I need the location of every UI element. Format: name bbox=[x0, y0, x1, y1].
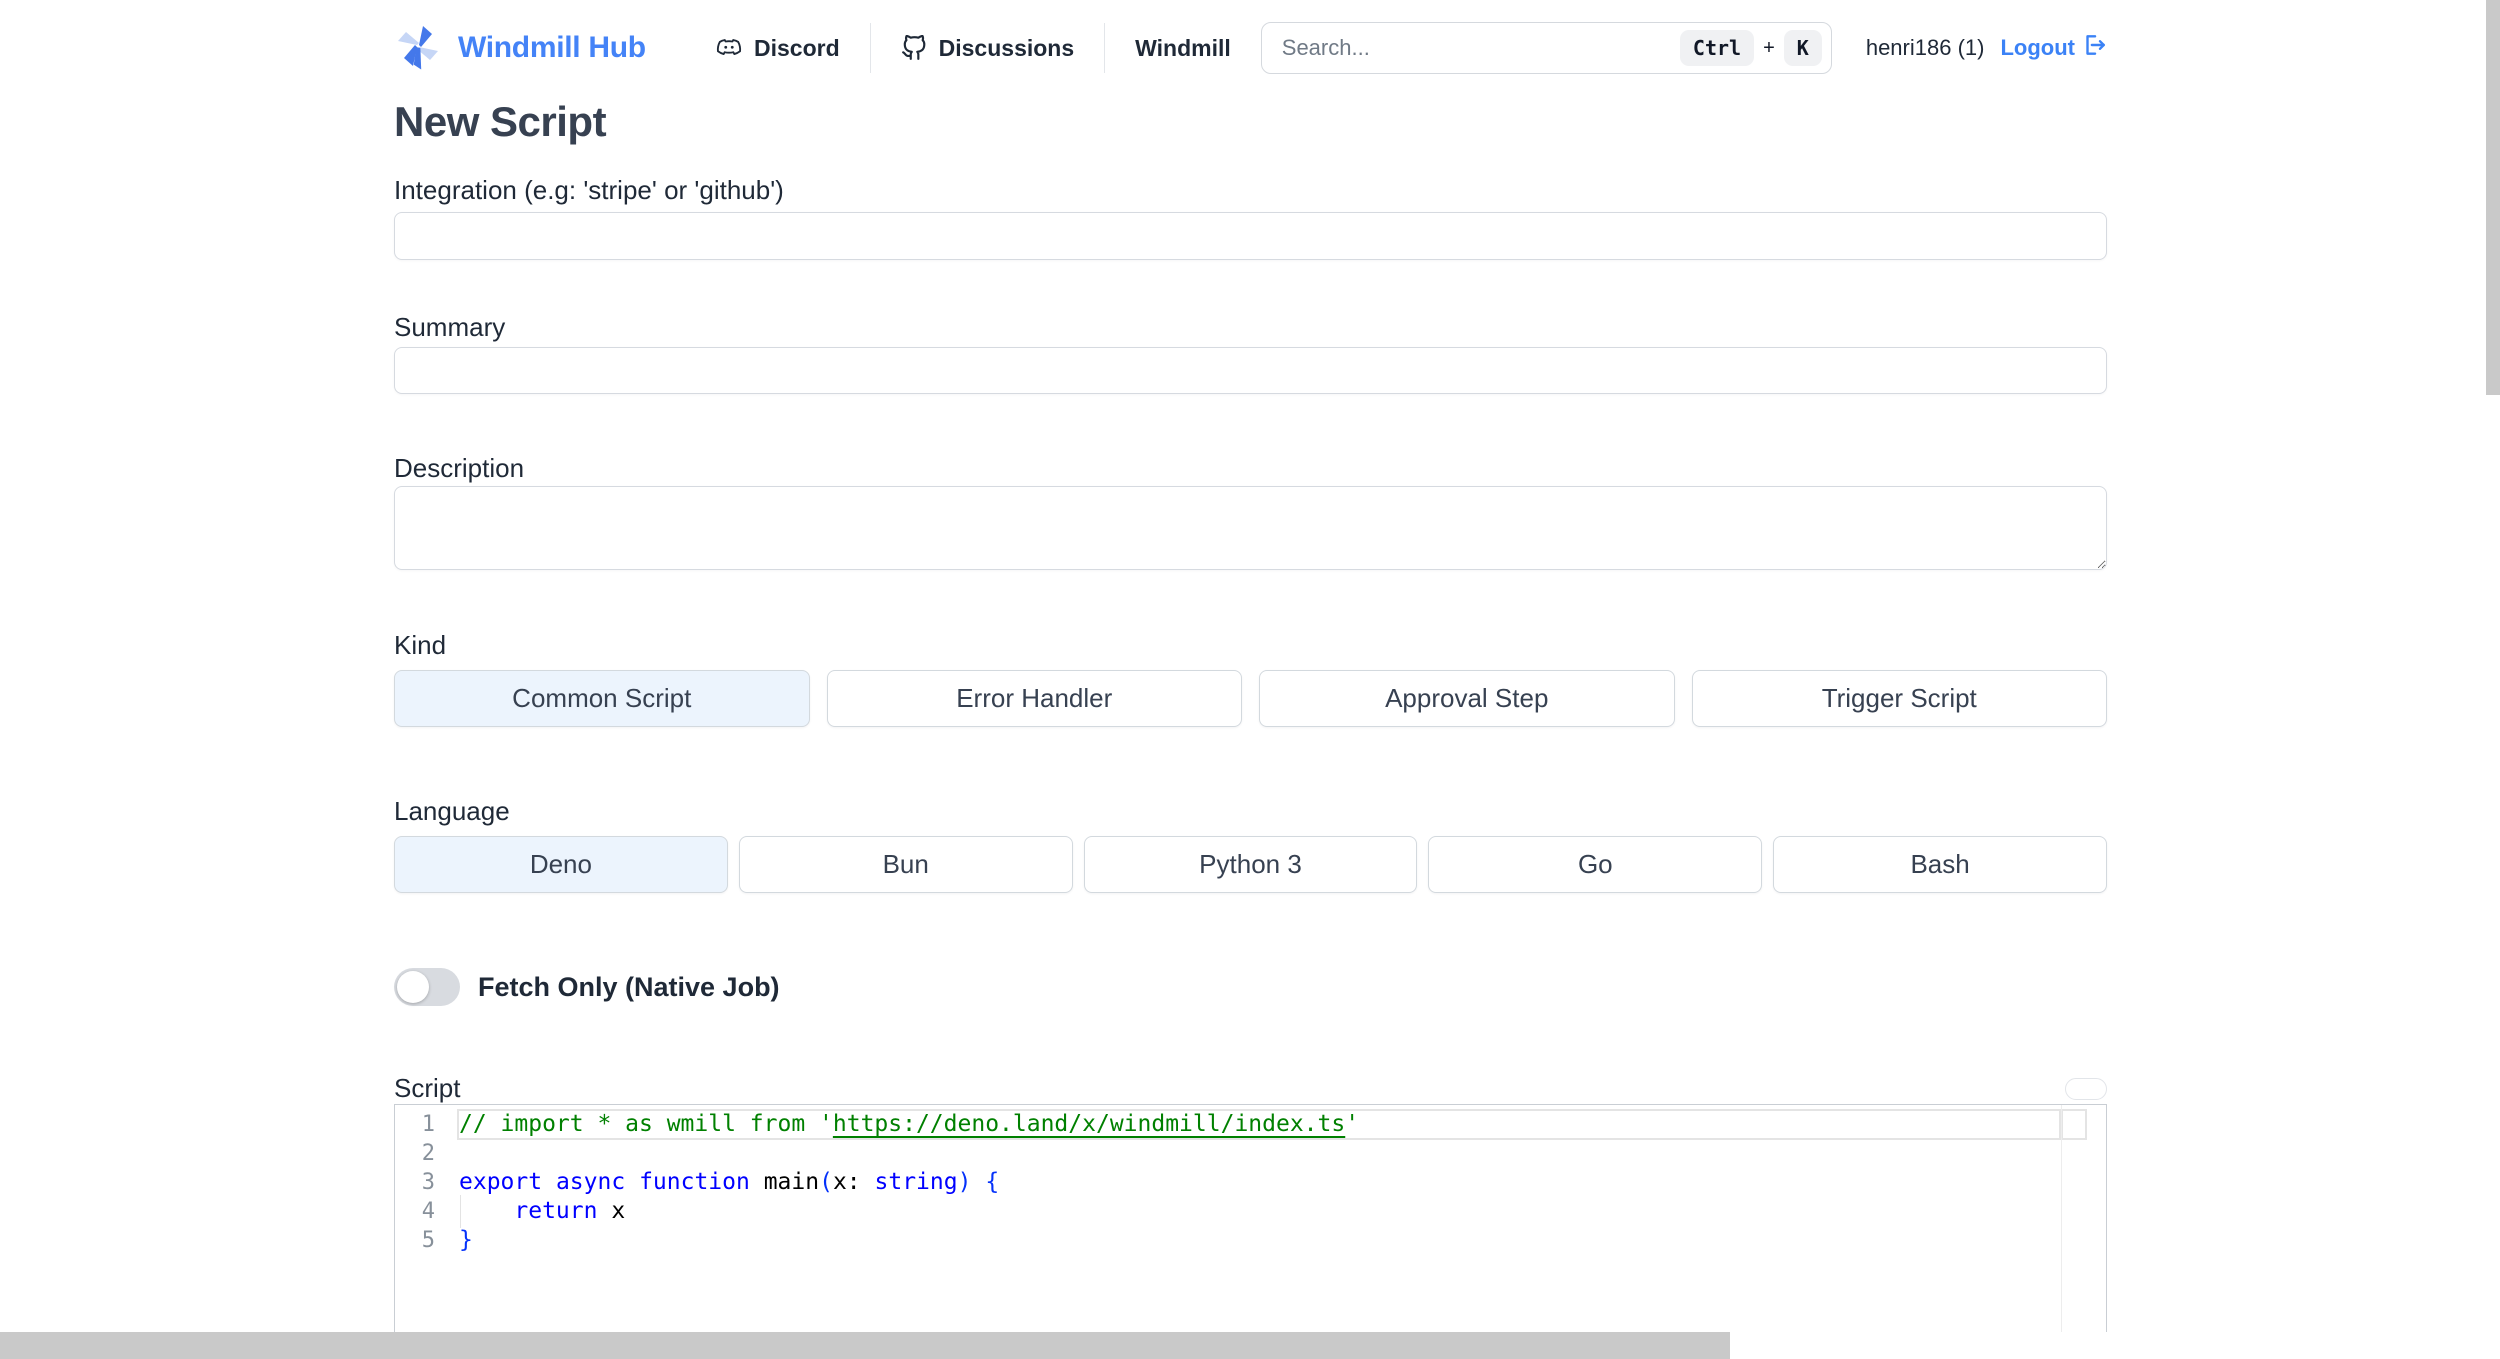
page: Windmill Hub Discord Discussions Windmil… bbox=[0, 0, 2500, 1359]
editor-line-5: 5} bbox=[395, 1226, 2060, 1255]
kind-options: Common Script Error Handler Approval Step T… bbox=[394, 670, 2107, 727]
editor-scrollbar-rule bbox=[2061, 1105, 2062, 1359]
line-number: 4 bbox=[421, 1199, 435, 1224]
integration-label: Integration (e.g: 'stripe' or 'github') bbox=[394, 175, 784, 205]
editor-options-pill[interactable] bbox=[2065, 1078, 2107, 1100]
nav-item-discussions[interactable]: Discussions bbox=[871, 35, 1105, 62]
logout-icon bbox=[2081, 32, 2107, 64]
logout-label: Logout bbox=[2000, 35, 2075, 60]
brand[interactable]: Windmill Hub bbox=[394, 22, 646, 75]
line-number: 1 bbox=[421, 1112, 435, 1137]
description-textarea[interactable] bbox=[394, 486, 2107, 570]
kind-option-error-handler[interactable]: Error Handler bbox=[826, 670, 1242, 727]
kbd-plus: + bbox=[1763, 36, 1775, 59]
brand-title: Windmill Hub bbox=[458, 31, 646, 64]
code-line-content[interactable]: } bbox=[459, 1226, 2060, 1255]
language-label: Language bbox=[394, 796, 510, 826]
description-label: Description bbox=[394, 453, 525, 483]
page-title: New Script bbox=[394, 98, 607, 145]
search-box: Ctrl + K bbox=[1260, 22, 1832, 74]
kind-option-approval-step[interactable]: Approval Step bbox=[1259, 670, 1675, 727]
nav-item-windmill[interactable]: Windmill bbox=[1105, 35, 1261, 62]
nav-label-discord: Discord bbox=[754, 34, 840, 61]
language-option-python-3[interactable]: Python 3 bbox=[1083, 836, 1418, 893]
horizontal-scrollbar-thumb[interactable] bbox=[0, 1332, 1730, 1359]
header: Windmill Hub Discord Discussions Windmil… bbox=[394, 0, 2107, 96]
search-shortcut: Ctrl + K bbox=[1679, 23, 1822, 73]
nav-item-discord[interactable]: Discord bbox=[716, 35, 870, 62]
kbd-k: K bbox=[1783, 30, 1822, 66]
fetch-only-row: Fetch Only (Native Job) bbox=[394, 967, 2107, 1007]
editor-lines: 1 // import * as wmill from 'https://deno… bbox=[395, 1110, 2060, 1255]
editor-line-2: 2 bbox=[395, 1139, 2060, 1168]
language-option-bash[interactable]: Bash bbox=[1773, 836, 2107, 893]
editor-line-4: 4 return x bbox=[395, 1195, 2060, 1228]
nav-label-windmill: Windmill bbox=[1135, 34, 1231, 61]
editor-line-1: 1 // import * as wmill from 'https://deno… bbox=[395, 1110, 2060, 1139]
summary-label: Summary bbox=[394, 312, 506, 342]
code-editor[interactable]: 1 // import * as wmill from 'https://deno… bbox=[394, 1104, 2107, 1359]
windmill-logo-icon bbox=[394, 22, 442, 75]
current-line-highlight-ruler bbox=[2061, 1109, 2087, 1140]
discord-icon bbox=[716, 35, 742, 61]
script-label: Script bbox=[394, 1073, 461, 1103]
search-input[interactable] bbox=[1261, 35, 1632, 61]
kbd-ctrl: Ctrl bbox=[1679, 30, 1755, 66]
language-option-deno[interactable]: Deno bbox=[394, 836, 728, 893]
language-options: Deno Bun Python 3 Go Bash bbox=[394, 836, 2107, 893]
horizontal-scrollbar bbox=[0, 1332, 2500, 1359]
nav-label-discussions: Discussions bbox=[938, 34, 1075, 61]
line-number: 5 bbox=[421, 1228, 435, 1253]
vertical-scrollbar bbox=[2486, 0, 2500, 1359]
summary-input[interactable] bbox=[394, 347, 2107, 394]
code-line-content[interactable]: export async function main(x: string) { bbox=[459, 1168, 2060, 1197]
vertical-scrollbar-thumb[interactable] bbox=[2486, 0, 2500, 395]
code-line-content[interactable]: // import * as wmill from 'https://deno.… bbox=[459, 1110, 2060, 1139]
line-number: 3 bbox=[421, 1170, 435, 1195]
code-line-content[interactable]: return x bbox=[459, 1195, 2060, 1228]
language-option-bun[interactable]: Bun bbox=[738, 836, 1073, 893]
username: henri186 (1) bbox=[1865, 35, 1985, 60]
fetch-only-toggle[interactable] bbox=[394, 968, 460, 1006]
fetch-only-label: Fetch Only (Native Job) bbox=[478, 971, 780, 1002]
script-header: Script bbox=[394, 1072, 2107, 1104]
line-number: 2 bbox=[421, 1141, 435, 1166]
kind-label: Kind bbox=[394, 630, 447, 660]
user-area: henri186 (1) Logout bbox=[1866, 32, 2107, 64]
kind-option-common-script[interactable]: Common Script bbox=[394, 670, 810, 727]
logout-link[interactable]: Logout bbox=[2000, 32, 2107, 64]
main-nav: Discord Discussions Windmill bbox=[716, 22, 1261, 74]
editor-line-3: 3 export async function main(x: string) { bbox=[395, 1168, 2060, 1197]
integration-input[interactable] bbox=[394, 212, 2107, 260]
toggle-knob bbox=[397, 971, 429, 1003]
kind-option-trigger-script[interactable]: Trigger Script bbox=[1691, 670, 2107, 727]
language-option-go[interactable]: Go bbox=[1428, 836, 1763, 893]
github-icon bbox=[901, 35, 927, 61]
